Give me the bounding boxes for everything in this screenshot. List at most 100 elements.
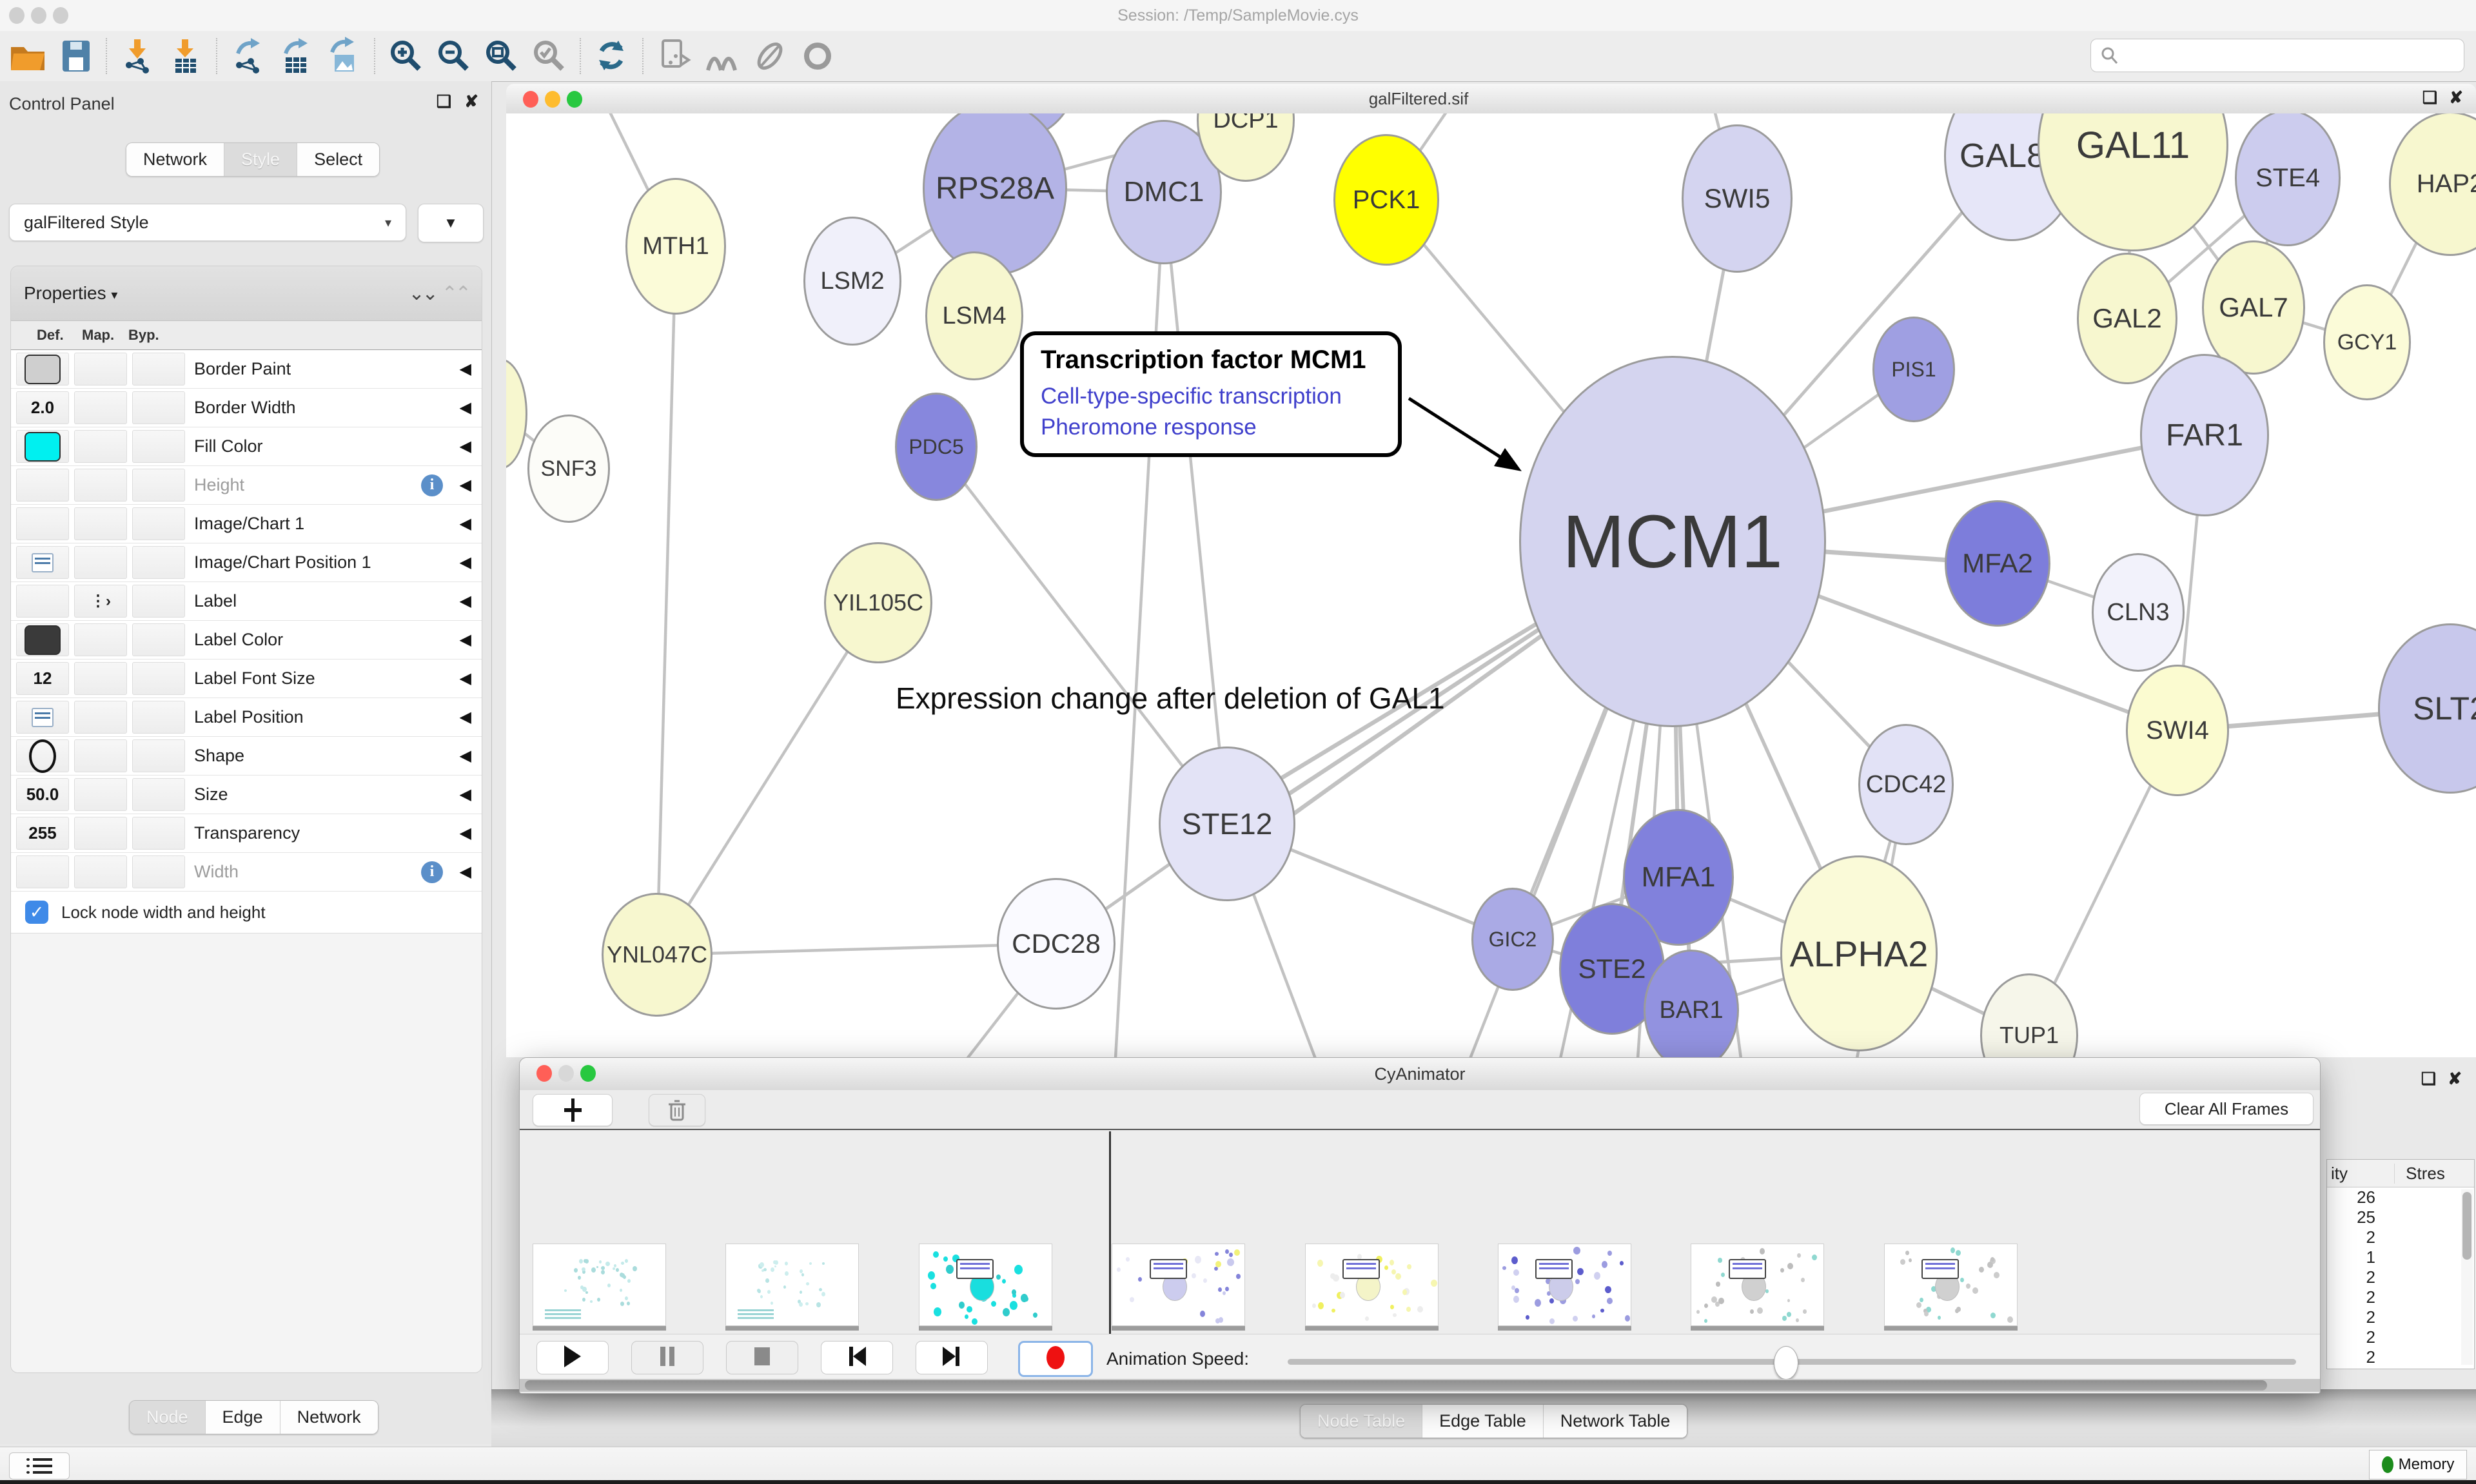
table-row[interactable]: 26: [2327, 1187, 2474, 1207]
zoom-selected-button[interactable]: [526, 35, 573, 77]
float-panel-icon[interactable]: ❑: [437, 92, 451, 112]
default-value[interactable]: 50.0: [26, 785, 59, 805]
map-cell[interactable]: [74, 430, 127, 463]
table-tab-node-table[interactable]: Node Table: [1301, 1405, 1422, 1438]
table-row[interactable]: 25: [2327, 1207, 2474, 1227]
table-tab-edge-table[interactable]: Edge Table: [1422, 1405, 1544, 1438]
map-cell[interactable]: [74, 353, 127, 386]
map-cell[interactable]: [74, 391, 127, 424]
property-row-label-position[interactable]: Label Position ◀: [11, 698, 482, 737]
map-cell[interactable]: [74, 623, 127, 656]
map-cell[interactable]: [74, 701, 127, 734]
table-scrollbar[interactable]: [2461, 1189, 2473, 1365]
refresh-layout-button[interactable]: [588, 35, 636, 77]
property-row-transparency[interactable]: 255 Transparency ◀: [11, 814, 482, 853]
byp-cell[interactable]: [132, 855, 185, 888]
zoom-fit-button[interactable]: [478, 35, 526, 77]
byp-cell[interactable]: [132, 585, 185, 618]
def-cell[interactable]: [16, 430, 69, 463]
collapse-arrow-icon[interactable]: ◀: [460, 747, 471, 765]
property-row-label-color[interactable]: Label Color ◀: [11, 621, 482, 659]
ellipse-shape-icon[interactable]: [29, 739, 56, 773]
info-icon[interactable]: i: [421, 861, 443, 883]
record-button[interactable]: [1018, 1341, 1093, 1377]
network-caption[interactable]: Expression change after deletion of GAL1: [896, 681, 1445, 716]
table-header[interactable]: ity Stres: [2327, 1160, 2474, 1187]
property-row-image-chart-position-1[interactable]: Image/Chart Position 1 ◀: [11, 543, 482, 582]
default-swatch[interactable]: [25, 355, 61, 384]
first-neighbors-button[interactable]: [698, 35, 746, 77]
memory-button[interactable]: Memory: [2369, 1450, 2467, 1479]
property-row-width[interactable]: Width i ◀: [11, 853, 482, 892]
tab-select[interactable]: Select: [297, 143, 379, 176]
property-row-image-chart-1[interactable]: Image/Chart 1 ◀: [11, 505, 482, 543]
tab-style[interactable]: Style: [224, 143, 297, 176]
table-tab-network-table[interactable]: Network Table: [1544, 1405, 1687, 1438]
copy-view-button[interactable]: [651, 35, 698, 77]
lock-checkbox[interactable]: ✓: [25, 901, 48, 924]
float-window-icon[interactable]: ❑: [2422, 88, 2437, 108]
property-row-fill-color[interactable]: Fill Color ◀: [11, 427, 482, 466]
property-row-border-width[interactable]: 2.0 Border Width ◀: [11, 389, 482, 427]
def-cell[interactable]: [16, 623, 69, 656]
position-icon[interactable]: [32, 708, 54, 727]
def-cell[interactable]: [16, 469, 69, 502]
def-cell[interactable]: [16, 507, 69, 540]
byp-cell[interactable]: [132, 778, 185, 811]
search-input[interactable]: [2119, 45, 2444, 66]
delete-frame-button[interactable]: [649, 1094, 705, 1126]
info-icon[interactable]: i: [421, 474, 443, 496]
collapse-arrow-icon[interactable]: ◀: [460, 437, 471, 456]
collapse-arrow-icon[interactable]: ◀: [460, 863, 471, 881]
playhead[interactable]: [1109, 1131, 1111, 1335]
byp-cell[interactable]: [132, 701, 185, 734]
annotation-link-2[interactable]: Pheromone response: [1041, 412, 1381, 443]
property-row-shape[interactable]: Shape ◀: [11, 737, 482, 776]
def-cell[interactable]: [16, 739, 69, 772]
map-cell[interactable]: [74, 778, 127, 811]
map-cell[interactable]: [74, 739, 127, 772]
skip-start-button[interactable]: [821, 1341, 893, 1374]
property-row-size[interactable]: 50.0 Size ◀: [11, 776, 482, 814]
close-panel-icon[interactable]: ✘: [2448, 1069, 2462, 1089]
collapse-arrow-icon[interactable]: ◀: [460, 476, 471, 494]
def-cell[interactable]: 2.0: [16, 391, 69, 424]
map-cell[interactable]: ⋮›: [74, 585, 127, 618]
export-table-button[interactable]: [272, 35, 320, 77]
frame-thumbnail-2[interactable]: [919, 1244, 1052, 1326]
collapse-arrow-icon[interactable]: ◀: [460, 553, 471, 572]
byp-cell[interactable]: [132, 662, 185, 695]
collapse-arrow-icon[interactable]: ◀: [460, 514, 471, 533]
map-cell[interactable]: [74, 817, 127, 850]
pause-button[interactable]: [631, 1341, 703, 1374]
map-cell[interactable]: [74, 546, 127, 579]
scrollbar-thumb[interactable]: [2462, 1192, 2471, 1260]
scrollbar-thumb[interactable]: [525, 1380, 2267, 1391]
horizontal-scrollbar[interactable]: [520, 1379, 2320, 1392]
table-row[interactable]: 2: [2327, 1267, 2474, 1287]
collapse-arrow-icon[interactable]: ◀: [460, 630, 471, 649]
def-cell[interactable]: [16, 353, 69, 386]
export-image-button[interactable]: [320, 35, 368, 77]
style-tab-network[interactable]: Network: [280, 1401, 378, 1434]
play-button[interactable]: [536, 1341, 609, 1374]
panel-menu-button[interactable]: [9, 1452, 70, 1479]
byp-cell[interactable]: [132, 469, 185, 502]
column-centrality[interactable]: ity: [2327, 1164, 2395, 1184]
tab-network[interactable]: Network: [126, 143, 224, 176]
map-cell[interactable]: [74, 662, 127, 695]
hide-selected-button[interactable]: [746, 35, 794, 77]
style-tab-node[interactable]: Node: [130, 1401, 206, 1434]
frame-thumbnail-4[interactable]: [1305, 1244, 1439, 1326]
annotation-link-1[interactable]: Cell-type-specific transcription: [1041, 381, 1381, 412]
collapse-arrow-icon[interactable]: ◀: [460, 669, 471, 688]
byp-cell[interactable]: [132, 507, 185, 540]
import-table-button[interactable]: [162, 35, 210, 77]
style-selector[interactable]: galFiltered Style ▾: [9, 204, 406, 241]
default-value[interactable]: 255: [28, 823, 56, 843]
def-cell[interactable]: [16, 546, 69, 579]
def-cell[interactable]: [16, 855, 69, 888]
frame-thumbnail-1[interactable]: [725, 1244, 859, 1326]
frame-thumbnail-6[interactable]: [1691, 1244, 1824, 1326]
collapse-arrow-icon[interactable]: ◀: [460, 398, 471, 417]
